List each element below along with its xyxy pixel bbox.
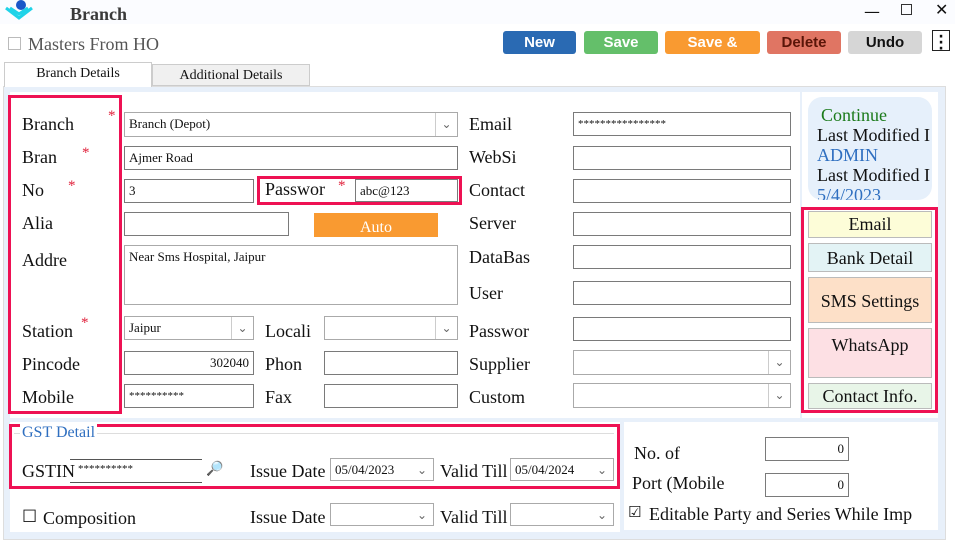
maximize-icon[interactable] (901, 4, 912, 15)
branch-select[interactable]: Branch (Depot) ⌄ (124, 112, 458, 137)
bran-input[interactable]: Ajmer Road (124, 146, 458, 170)
station-select[interactable]: Jaipur ⌄ (124, 316, 254, 340)
chevron-down-icon: ⌄ (416, 508, 428, 522)
search-icon[interactable]: 🔎 (206, 461, 223, 478)
last-modified-by-value: ADMIN (817, 145, 878, 165)
server-label: Server (469, 213, 516, 233)
fax-input[interactable] (324, 384, 458, 408)
fax-label: Fax (265, 387, 292, 407)
phon-label: Phon (265, 354, 303, 374)
composition-label: Composition (43, 508, 137, 528)
composition-valid-till-picker[interactable]: ⌄ (510, 503, 614, 526)
user-label: User (469, 283, 503, 303)
tab-additional-details[interactable]: Additional Details (152, 64, 310, 86)
gst-detail-legend: GST Detail (20, 424, 98, 442)
user-input[interactable] (573, 281, 791, 305)
locality-select[interactable]: ⌄ (324, 316, 458, 340)
masters-from-ho-checkbox[interactable] (8, 37, 21, 50)
supplier-label: Supplier (469, 354, 530, 374)
chevron-down-icon: ⌄ (416, 463, 428, 477)
chevron-down-icon: ⌄ (231, 317, 253, 339)
no-input[interactable]: 3 (124, 179, 254, 203)
last-modified-on-label: Last Modified I (817, 165, 930, 185)
app-logo-icon (4, 0, 34, 20)
gst-valid-till-picker[interactable]: 05/04/2024 ⌄ (510, 458, 614, 481)
port-mobile-input[interactable]: 0 (765, 473, 849, 497)
supplier-select[interactable]: ⌄ (573, 350, 791, 375)
more-menu-icon[interactable]: · · · (932, 30, 950, 56)
website-label: WebSi (469, 147, 517, 167)
chevron-down-icon: ⌄ (435, 113, 457, 136)
locali-label: Locali (265, 321, 311, 341)
chevron-down-icon: ⌄ (768, 351, 790, 374)
custom-label: Custom (469, 387, 526, 407)
save-button[interactable]: Save (584, 31, 658, 54)
address-textarea[interactable]: Near Sms Hospital, Jaipur (124, 245, 458, 305)
undo-button[interactable]: Undo (848, 31, 922, 54)
highlight-box (257, 176, 462, 205)
gst-issue-date-label: Issue Date (250, 461, 326, 481)
chevron-down-icon: ⌄ (435, 317, 457, 339)
new-button[interactable]: New (503, 31, 576, 54)
close-icon[interactable]: ✕ (935, 0, 948, 19)
gst-valid-till-value: 05/04/2024 (515, 462, 575, 477)
port-mobile-label: Port (Mobile (632, 473, 725, 493)
database-label: DataBas (469, 247, 530, 267)
mobile-input[interactable]: ********** (124, 384, 254, 408)
fieldset-line (14, 433, 614, 434)
website-input[interactable] (573, 146, 791, 170)
email-input[interactable]: **************** (573, 112, 791, 136)
tab-branch-details[interactable]: Branch Details (4, 62, 152, 87)
chevron-down-icon: ⌄ (596, 463, 608, 477)
gstin-input[interactable]: ********** (70, 459, 202, 483)
alia-input[interactable] (124, 212, 289, 236)
no-of-label: No. of (634, 443, 680, 463)
customer-select[interactable]: ⌄ (573, 383, 791, 408)
gst-issue-date-value: 05/04/2023 (335, 462, 395, 477)
chevron-down-icon: ⌄ (596, 508, 608, 522)
auto-button[interactable]: Auto (314, 213, 438, 237)
save-and-button[interactable]: Save & (665, 31, 760, 54)
editable-party-label: Editable Party and Series While Imp (649, 504, 913, 524)
masters-from-ho-label: Masters From HO (28, 34, 159, 54)
branch-value: Branch (Depot) (129, 116, 211, 131)
highlight-box (801, 207, 938, 413)
composition-issue-date-picker[interactable]: ⌄ (330, 503, 434, 526)
phone-input[interactable] (324, 351, 458, 375)
record-info-box: Continue Last Modified I ADMIN Last Modi… (808, 97, 932, 200)
gst-issue-date-picker[interactable]: 05/04/2023 ⌄ (330, 458, 434, 481)
last-modified-by-label: Last Modified I (817, 125, 930, 145)
email-label: Email (469, 114, 512, 134)
highlight-box (8, 95, 122, 414)
chevron-down-icon: ⌄ (768, 384, 790, 407)
db-password-label: Passwor (469, 321, 530, 341)
contact-input[interactable] (573, 179, 791, 203)
composition-issue-date-label: Issue Date (250, 507, 326, 527)
composition-checkbox[interactable]: ☐ (22, 507, 37, 527)
last-modified-on-value: 5/4/2023 (817, 185, 882, 200)
status-text: Continue (821, 105, 887, 125)
no-of-input[interactable]: 0 (765, 437, 849, 461)
gstin-label: GSTIN (22, 461, 75, 481)
window-title: Branch (70, 4, 128, 24)
composition-valid-till-label: Valid Till (440, 507, 508, 527)
database-input[interactable] (573, 245, 791, 269)
contact-label: Contact (469, 180, 525, 200)
server-input[interactable] (573, 212, 791, 236)
pincode-input[interactable]: 302040 (124, 351, 254, 375)
gst-valid-till-label: Valid Till (440, 461, 508, 481)
editable-party-checkbox[interactable]: ☑ (628, 503, 641, 521)
station-value: Jaipur (129, 320, 161, 335)
minimize-icon[interactable]: — (864, 2, 880, 21)
delete-button[interactable]: Delete (767, 31, 841, 54)
title-bar (0, 0, 955, 24)
db-password-input[interactable] (573, 317, 791, 341)
